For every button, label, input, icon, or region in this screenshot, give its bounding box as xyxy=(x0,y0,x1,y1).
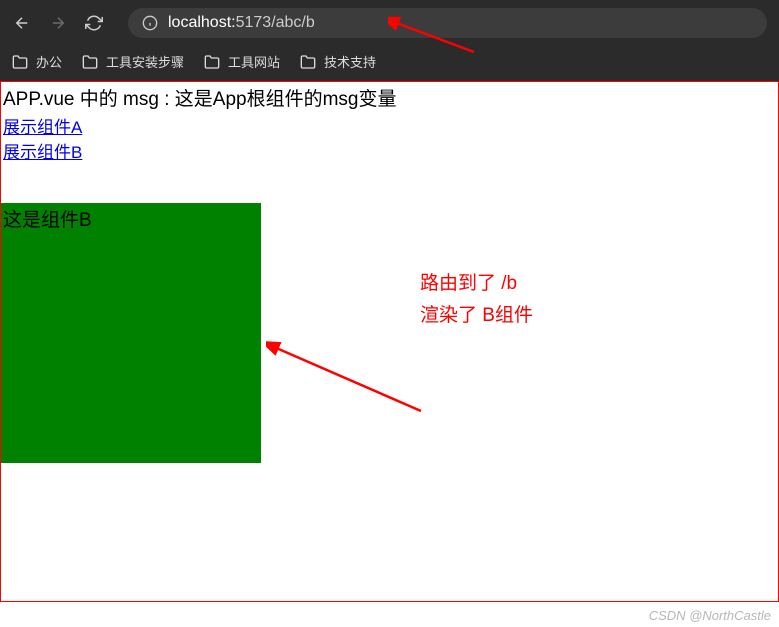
bookmark-item[interactable]: 办公 xyxy=(12,52,62,71)
nav-toolbar: localhost:5173/abc/b xyxy=(0,0,779,46)
browser-chrome: localhost:5173/abc/b 办公 工具安装步骤 工具网站 技术支持 xyxy=(0,0,779,81)
page-content: APP.vue 中的 msg : 这是App根组件的msg变量 展示组件A 展示… xyxy=(0,81,779,602)
forward-button[interactable] xyxy=(48,13,68,33)
bookmark-label: 技术支持 xyxy=(324,52,376,71)
site-info-icon[interactable] xyxy=(142,15,158,31)
component-b-label: 这是组件B xyxy=(3,205,261,232)
bookmark-item[interactable]: 技术支持 xyxy=(300,52,376,71)
bookmark-label: 工具网站 xyxy=(228,52,280,71)
link-component-b[interactable]: 展示组件B xyxy=(3,143,82,162)
folder-icon xyxy=(204,55,220,69)
bookmark-label: 办公 xyxy=(36,52,62,71)
back-button[interactable] xyxy=(12,13,32,33)
link-component-a[interactable]: 展示组件A xyxy=(3,118,82,137)
address-bar[interactable]: localhost:5173/abc/b xyxy=(128,8,767,38)
bookmark-label: 工具安装步骤 xyxy=(106,52,184,71)
reload-button[interactable] xyxy=(84,13,104,33)
folder-icon xyxy=(12,55,28,69)
url-text: localhost:5173/abc/b xyxy=(168,14,315,32)
component-b-box: 这是组件B xyxy=(1,203,261,463)
bookmark-item[interactable]: 工具安装步骤 xyxy=(82,52,184,71)
folder-icon xyxy=(82,55,98,69)
watermark: CSDN @NorthCastle xyxy=(649,608,771,623)
bookmarks-bar: 办公 工具安装步骤 工具网站 技术支持 xyxy=(0,46,779,81)
app-msg-text: APP.vue 中的 msg : 这是App根组件的msg变量 xyxy=(1,82,778,113)
folder-icon xyxy=(300,55,316,69)
bookmark-item[interactable]: 工具网站 xyxy=(204,52,280,71)
